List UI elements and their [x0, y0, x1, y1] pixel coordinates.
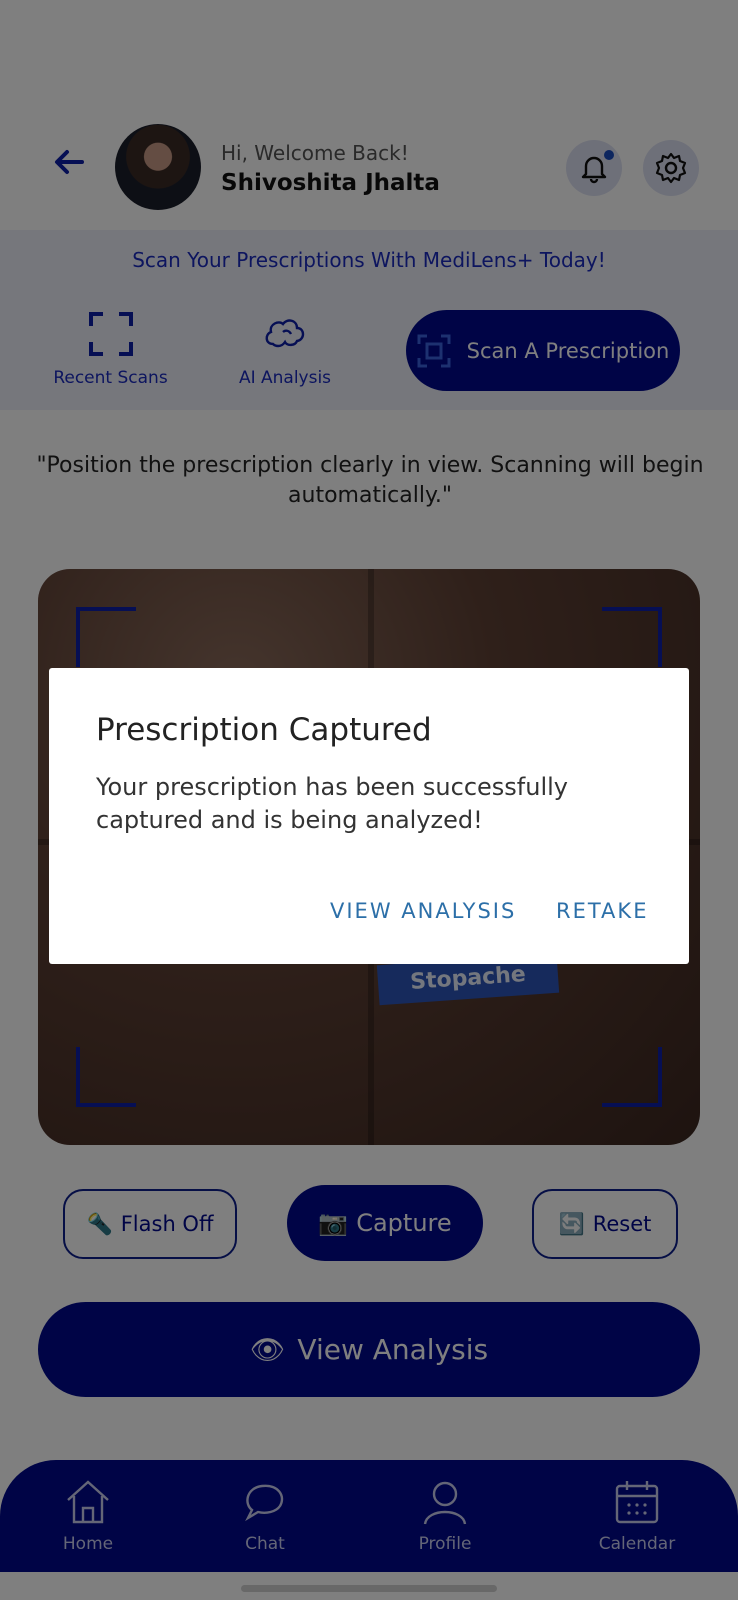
dialog-retake-button[interactable]: RETAKE — [556, 899, 648, 923]
dialog-message: Your prescription has been successfully … — [96, 773, 569, 834]
dialog-view-analysis-button[interactable]: VIEW ANALYSIS — [330, 899, 516, 923]
dialog-title: Prescription Captured — [96, 712, 432, 748]
